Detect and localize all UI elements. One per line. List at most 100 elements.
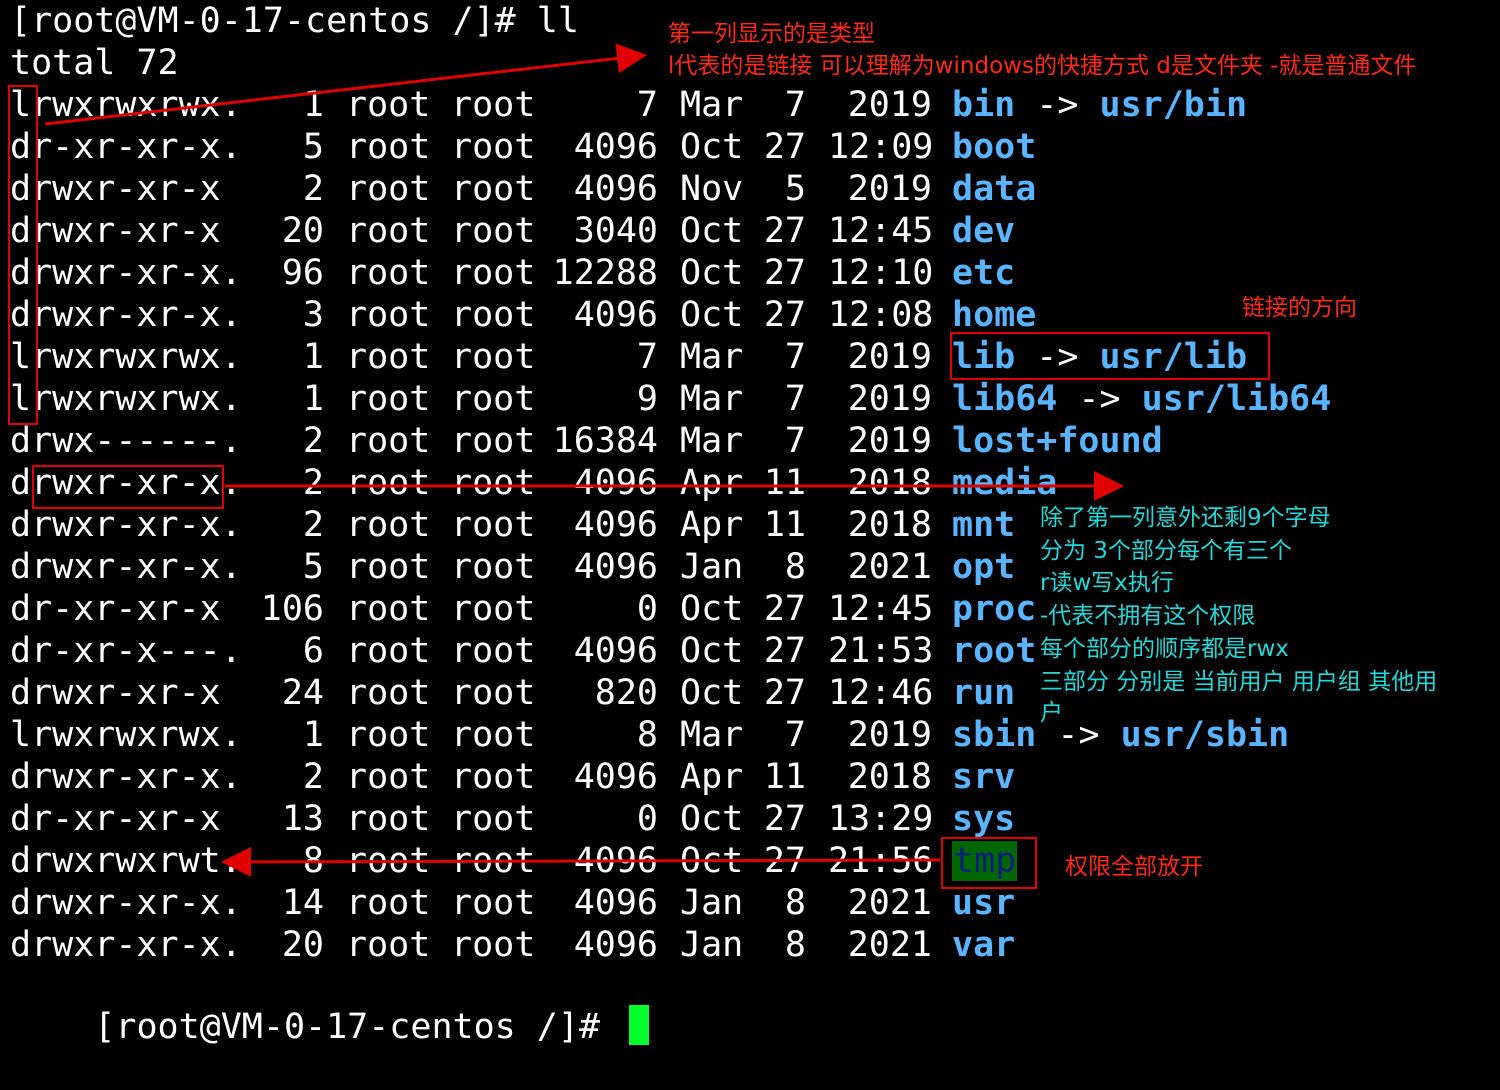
cell-name[interactable]: var [952,925,1015,965]
annotation-type-1: 第一列显示的是类型 [668,21,875,47]
cell-perms: dr-xr-xr-x. [10,127,242,167]
cell-name[interactable]: srv [952,757,1015,797]
cell-owner: root [346,127,431,167]
cell-day: 7 [784,421,806,461]
cell-name[interactable]: data [952,169,1036,209]
cell-time: 12:45 [828,589,934,629]
cell-size: 8 [636,715,658,755]
cell-name[interactable]: usr [952,883,1015,923]
name-cell: boot [952,126,1036,168]
cell-group: root [451,85,536,125]
name-cell: dev [952,210,1015,252]
cell-time: 12:08 [828,295,934,335]
name-cell: opt [952,546,1015,588]
cell-owner: root [346,337,431,377]
total-line: total 72 [10,43,179,83]
annotation-type-2: l代表的是链接 可以理解为windows的快捷方式 d是文件夹 -就是普通文件 [668,53,1417,79]
cell-name[interactable]: lost+found [952,421,1163,461]
cell-perms: drwxrwxrwt. [10,841,242,881]
cell-owner: root [346,547,431,587]
cell-perms: drwxr-xr-x [10,169,221,209]
cell-time: 12:10 [828,253,934,293]
cell-perms: drwxr-xr-x. [10,757,242,797]
cell-name[interactable]: bin [952,85,1015,125]
cell-perms: lrwxrwxrwx. [10,379,242,419]
name-cell: lost+found [952,420,1163,462]
cell-size: 16384 [552,421,658,461]
cell-name[interactable]: run [952,673,1015,713]
cell-size: 4096 [573,841,658,881]
cell-time: 21:53 [828,631,934,671]
cell-time: 12:09 [828,127,934,167]
name-cell: run [952,672,1015,714]
cell-name[interactable]: root [952,631,1036,671]
cell-links: 1 [302,85,324,125]
cell-name[interactable]: mnt [952,505,1015,545]
cell-perms: drwxr-xr-x [10,211,221,251]
link-direction-box [950,332,1270,380]
cell-size: 0 [636,799,658,839]
cell-owner: root [346,295,431,335]
cell-owner: root [346,757,431,797]
cell-owner: root [346,631,431,671]
cell-name[interactable]: home [952,295,1036,335]
name-cell: proc [952,588,1036,630]
final-prompt: [root@VM-0-17-centos /]# [94,1007,622,1047]
cell-perms: lrwxrwxrwx. [10,85,242,125]
cell-group: root [451,379,536,419]
cell-size: 4096 [573,295,658,335]
cell-name[interactable]: media [952,463,1057,503]
cell-group: root [451,169,536,209]
annotation-link-direction: 链接的方向 [1242,295,1357,321]
cell-link-target[interactable]: usr/bin [1100,85,1248,125]
cell-owner: root [346,673,431,713]
cell-perms: drwx------. [10,421,242,461]
cell-day: 27 [763,841,806,881]
name-cell: mnt [952,504,1015,546]
cell-day: 5 [784,169,806,209]
cell-links: 13 [281,799,324,839]
cell-size: 4096 [573,127,658,167]
cell-links: 3 [302,295,324,335]
name-cell: var [952,924,1015,966]
cell-day: 27 [763,211,806,251]
final-prompt-line[interactable]: [root@VM-0-17-centos /]# [10,964,650,1047]
cell-name[interactable]: boot [952,127,1036,167]
cell-link-target[interactable]: usr/lib64 [1142,379,1332,419]
cell-name[interactable]: etc [952,253,1015,293]
cell-links: 106 [260,589,324,629]
type-column-box [8,85,38,425]
name-cell: root [952,630,1036,672]
cell-owner: root [346,421,431,461]
cell-day: 7 [784,715,806,755]
cell-name[interactable]: sys [952,799,1015,839]
annotation-perm-5: 每个部分的顺序都是rwx [1040,636,1289,662]
cell-links: 20 [281,211,324,251]
cell-name[interactable]: dev [952,211,1015,251]
cell-size: 4096 [573,757,658,797]
command-line: [root@VM-0-17-centos /]# ll [10,1,579,41]
cell-group: root [451,421,536,461]
cell-links: 5 [302,547,324,587]
cell-name[interactable]: sbin [952,715,1036,755]
cell-owner: root [346,883,431,923]
name-cell: data [952,168,1036,210]
cell-time: 2019 [847,337,932,377]
cell-size: 4096 [573,925,658,965]
cell-links: 1 [302,337,324,377]
cell-link-target[interactable]: usr/sbin [1121,715,1290,755]
cell-size: 820 [594,673,658,713]
cell-time: 21:56 [828,841,934,881]
cell-name[interactable]: proc [952,589,1036,629]
cell-size: 4096 [573,169,658,209]
cell-links: 1 [302,715,324,755]
cell-links: 24 [281,673,324,713]
cell-size: 7 [636,337,658,377]
cell-time: 2021 [847,925,932,965]
cell-group: root [451,295,536,335]
cell-name[interactable]: lib64 [952,379,1057,419]
cell-owner: root [346,379,431,419]
cell-name[interactable]: opt [952,547,1015,587]
cell-day: 8 [784,883,806,923]
cell-size: 4096 [573,505,658,545]
